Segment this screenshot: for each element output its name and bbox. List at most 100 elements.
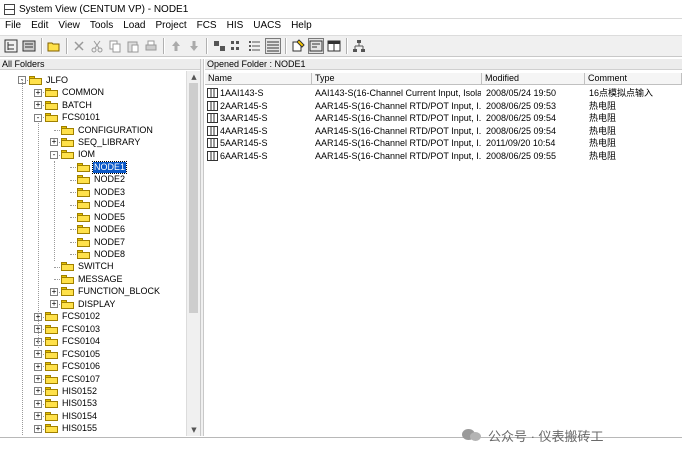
column-header-type[interactable]: Type — [312, 73, 482, 85]
table-row[interactable]: 6AAR145-S AAR145-S(16-Channel RTD/POT Inp… — [205, 150, 682, 163]
file-list[interactable]: Name Type Modified Comment 1AAI143-S AAI1… — [205, 71, 682, 436]
menu-fcs[interactable]: FCS — [192, 19, 222, 33]
table-row[interactable]: 5AAR145-S AAR145-S(16-Channel RTD/POT Inp… — [205, 137, 682, 150]
collapse-icon[interactable]: - — [50, 150, 58, 159]
expand-icon[interactable]: + — [50, 287, 58, 296]
tree-item-node4[interactable]: NODE4 — [66, 199, 126, 211]
pane-splitter[interactable] — [200, 59, 204, 436]
up-arrow-icon — [172, 41, 180, 51]
expand-icon[interactable]: + — [34, 424, 42, 433]
tree-item-node3[interactable]: NODE3 — [66, 186, 126, 198]
title-bar[interactable]: System View (CENTUM VP) - NODE1 — [0, 0, 682, 19]
config-button[interactable] — [308, 38, 324, 54]
expand-icon[interactable]: + — [34, 88, 42, 97]
toolbar-separator — [206, 38, 207, 54]
tree-item-function-block[interactable]: + FUNCTION_BLOCK — [50, 286, 161, 298]
folder-icon — [77, 237, 90, 247]
tree-item-fcs0107[interactable]: + FCS0107 — [34, 373, 101, 385]
menu-project[interactable]: Project — [150, 19, 191, 33]
tree-item-node7[interactable]: NODE7 — [66, 236, 126, 248]
menu-load[interactable]: Load — [118, 19, 150, 33]
tree-item-fcs0105[interactable]: + FCS0105 — [34, 348, 101, 360]
tree-item-node5[interactable]: NODE5 — [66, 211, 126, 223]
tree-item-his0153[interactable]: + HIS0153 — [34, 398, 98, 410]
expand-icon[interactable]: + — [34, 412, 42, 421]
tree-item-message[interactable]: MESSAGE — [50, 273, 124, 285]
tree-scrollbar[interactable]: ▲ ▼ — [186, 71, 200, 436]
scroll-down-icon[interactable]: ▼ — [188, 424, 200, 436]
column-header-comment[interactable]: Comment — [585, 73, 682, 85]
tree-item-fcs0101[interactable]: - FCS0101 — [34, 111, 101, 123]
list-button[interactable] — [247, 38, 263, 54]
tree-item-batch[interactable]: + BATCH — [34, 99, 93, 111]
print-button[interactable] — [143, 38, 159, 54]
menu-edit[interactable]: Edit — [26, 19, 53, 33]
menu-uacs[interactable]: UACS — [248, 19, 286, 33]
up-arrow-button[interactable] — [168, 38, 184, 54]
tree-item-common[interactable]: + COMMON — [34, 86, 105, 98]
tree-item-node8[interactable]: NODE8 — [66, 248, 126, 260]
table-row[interactable]: 4AAR145-S AAR145-S(16-Channel RTD/POT Inp… — [205, 125, 682, 138]
delete-button[interactable] — [71, 38, 87, 54]
tree-item-display[interactable]: + DISPLAY — [50, 298, 116, 310]
tree-view-button[interactable] — [3, 38, 19, 54]
tree-item-seq-library[interactable]: + SEQ_LIBRARY — [50, 136, 141, 148]
paste-button[interactable] — [125, 38, 141, 54]
column-header-name[interactable]: Name — [205, 73, 312, 85]
folder-tree[interactable]: - JLFO + COMMON + BATCH - FCS0101 CONFIGURATION +… — [0, 71, 186, 436]
down-arrow-button[interactable] — [186, 38, 202, 54]
menu-view[interactable]: View — [53, 19, 85, 33]
expand-icon[interactable]: + — [34, 375, 42, 384]
list-view-button[interactable] — [21, 38, 37, 54]
toolbar-separator — [66, 38, 67, 54]
open-folder-button[interactable] — [46, 38, 62, 54]
table-row[interactable]: 1AAI143-S AAI143-S(16-Channel Current Inp… — [205, 87, 682, 100]
collapse-icon[interactable]: - — [34, 113, 42, 122]
window-button[interactable] — [326, 38, 342, 54]
large-buttons-icon[interactable] — [211, 38, 227, 54]
tree-item-configuration[interactable]: CONFIGURATION — [50, 124, 154, 136]
scroll-thumb[interactable] — [189, 83, 198, 313]
network-button[interactable] — [351, 38, 367, 54]
cell-comment: 热电阻 — [589, 138, 617, 148]
tree-item-fcs0104[interactable]: + FCS0104 — [34, 335, 101, 347]
properties-button[interactable] — [290, 38, 306, 54]
small-buttons-icon[interactable] — [229, 38, 245, 54]
tree-item-iom[interactable]: - IOM — [50, 149, 96, 161]
details-button[interactable] — [265, 38, 281, 54]
copy-button[interactable] — [107, 38, 123, 54]
column-header-modified[interactable]: Modified — [482, 73, 585, 85]
tree-item-fcs0102[interactable]: + FCS0102 — [34, 311, 101, 323]
expand-icon[interactable]: + — [50, 138, 58, 147]
table-row[interactable]: 3AAR145-S AAR145-S(16-Channel RTD/POT Inp… — [205, 112, 682, 125]
tree-item-his0155[interactable]: + HIS0155 — [34, 423, 98, 435]
menu-his[interactable]: HIS — [222, 19, 249, 33]
table-row[interactable]: 2AAR145-S AAR145-S(16-Channel RTD/POT Inp… — [205, 100, 682, 113]
tree-item-his0152[interactable]: + HIS0152 — [34, 385, 98, 397]
expand-icon[interactable]: + — [34, 399, 42, 408]
tree-item-node6[interactable]: NODE6 — [66, 223, 126, 235]
expand-icon[interactable]: + — [34, 362, 42, 371]
folder-icon — [45, 399, 58, 409]
expand-icon[interactable]: + — [50, 300, 58, 309]
list-icon — [249, 41, 260, 51]
expand-icon[interactable]: + — [34, 350, 42, 359]
tree-item-switch[interactable]: SWITCH — [50, 261, 115, 273]
expand-icon[interactable]: + — [34, 101, 42, 110]
tree-item-fcs0106[interactable]: + FCS0106 — [34, 360, 101, 372]
tree-item-node1[interactable]: NODE1 — [66, 160, 128, 174]
menu-tools[interactable]: Tools — [85, 19, 118, 33]
tree-item-his0154[interactable]: + HIS0154 — [34, 410, 98, 422]
menu-help[interactable]: Help — [286, 19, 317, 33]
expand-icon[interactable]: + — [34, 387, 42, 396]
scroll-up-icon[interactable]: ▲ — [188, 71, 200, 83]
tree-item-node2[interactable]: NODE2 — [66, 174, 126, 186]
tree-item-jlfo[interactable]: - JLFO — [18, 74, 69, 86]
cut-button[interactable] — [89, 38, 105, 54]
cell-type: AAR145-S(16-Channel RTD/POT Input, I... — [315, 138, 481, 148]
menu-file[interactable]: File — [0, 19, 26, 33]
tree-item-label: IOM — [78, 149, 95, 160]
tree-item-fcs0103[interactable]: + FCS0103 — [34, 323, 101, 335]
